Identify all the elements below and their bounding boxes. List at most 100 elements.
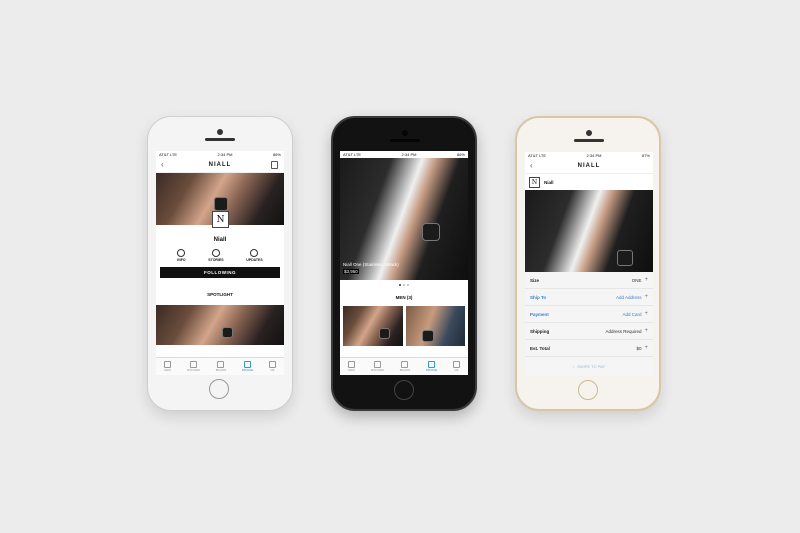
watch-image xyxy=(379,328,390,339)
watch-image xyxy=(214,197,228,211)
watch-image xyxy=(222,327,233,338)
back-chevron-icon[interactable]: ‹ xyxy=(530,161,533,170)
back-chevron-icon[interactable]: ‹ xyxy=(161,160,164,169)
discover-icon xyxy=(189,361,197,368)
info-action[interactable]: INFO xyxy=(177,249,186,262)
brand-name: Niall xyxy=(213,237,227,243)
home-button[interactable] xyxy=(209,379,229,399)
product-thumbnail[interactable] xyxy=(343,306,403,346)
carousel-dots[interactable] xyxy=(340,284,468,286)
row-value: $0 + xyxy=(636,345,648,351)
phone-mockup-center: AT&T LTE 2:34 PM 86% Niall One (Stainles… xyxy=(331,116,477,411)
tab-brands[interactable]: BRANDS xyxy=(400,361,410,372)
following-button[interactable]: FOLLOWING xyxy=(160,267,280,278)
home-button[interactable] xyxy=(394,380,414,400)
product-grid xyxy=(340,306,468,346)
plus-icon: + xyxy=(644,294,648,300)
row-value: Add Card + xyxy=(622,311,648,317)
info-label: INFO xyxy=(177,258,186,262)
seller-row: N Niall xyxy=(525,174,653,190)
watch-image xyxy=(617,250,633,266)
row-label: Payment xyxy=(530,311,549,317)
feed-icon xyxy=(347,361,355,368)
speaker-grille xyxy=(574,139,604,142)
tab-label: FEED xyxy=(164,369,171,372)
card-value: Add Card xyxy=(622,311,642,317)
profile-icon xyxy=(269,361,277,368)
tab-discover[interactable]: DISCOVER xyxy=(187,361,200,372)
browse-icon xyxy=(428,361,436,368)
size-value: ONE xyxy=(631,277,642,283)
carousel-dot xyxy=(403,284,405,286)
battery-text: 86% xyxy=(456,152,465,157)
row-label: Est. Total xyxy=(530,345,550,351)
carousel-dot xyxy=(399,284,401,286)
time-text: 2:34 PM xyxy=(217,152,233,157)
total-row: Est. Total $0 + xyxy=(525,340,653,357)
front-camera xyxy=(217,129,223,135)
carrier-text: AT&T LTE xyxy=(159,152,178,157)
battery-text: 86% xyxy=(272,152,281,157)
tab-discover[interactable]: DISCOVER xyxy=(371,361,384,372)
carrier-text: AT&T LTE xyxy=(528,153,547,158)
stories-icon xyxy=(211,249,220,257)
plus-icon: + xyxy=(644,345,648,351)
status-bar: AT&T LTE 2:34 PM 86% xyxy=(340,151,468,158)
time-text: 2:34 PM xyxy=(586,153,602,158)
status-bar: AT&T LTE 2:34 PM 87% xyxy=(525,152,653,159)
tab-label: BRANDS xyxy=(215,369,227,372)
front-camera xyxy=(586,130,592,136)
row-value: Add Address + xyxy=(616,294,648,300)
stories-action[interactable]: STORIES xyxy=(208,249,224,262)
brand-title: NIALL xyxy=(577,163,601,169)
feed-icon xyxy=(163,361,171,368)
row-label: Shipping xyxy=(530,328,550,334)
swipe-arrow-icon: › xyxy=(572,364,575,369)
spotlight-photo[interactable] xyxy=(156,305,284,345)
total-value: $0 xyxy=(636,345,642,351)
product-hero-image[interactable]: Niall One (Stainless / Black) $3,950 xyxy=(340,158,468,280)
swipe-to-pay-button[interactable]: › SWIPE TO PAY xyxy=(525,357,653,376)
tab-me[interactable]: ME xyxy=(269,361,277,372)
tab-bar: FEED DISCOVER BRANDS BROWSE ME xyxy=(156,357,284,375)
row-label: Size xyxy=(530,277,540,283)
shipping-value: Address Required xyxy=(605,328,642,334)
tab-feed[interactable]: FEED xyxy=(347,361,355,372)
discover-icon xyxy=(373,361,381,368)
checkout-form: Size ONE + Ship To Add Address + Payment A… xyxy=(525,272,653,376)
tab-label: BRANDS xyxy=(399,369,411,372)
phone-mockup-left: AT&T LTE 2:34 PM 86% ‹ NIALL N Niall INF… xyxy=(147,116,293,411)
updates-action[interactable]: UPDATES xyxy=(246,249,263,262)
info-icon xyxy=(177,249,186,257)
profile-icon xyxy=(453,361,461,368)
nav-bar: ‹ NIALL xyxy=(156,158,284,173)
row-label: Ship To xyxy=(530,294,547,300)
tab-label: ME xyxy=(454,369,459,372)
shipping-row[interactable]: Shipping Address Required + xyxy=(525,323,653,340)
tab-feed[interactable]: FEED xyxy=(163,361,171,372)
home-button[interactable] xyxy=(578,380,598,400)
speaker-grille xyxy=(205,138,235,141)
tab-browse[interactable]: BROWSE xyxy=(426,361,437,372)
ship-to-row[interactable]: Ship To Add Address + xyxy=(525,289,653,306)
watch-image xyxy=(421,330,434,342)
front-camera xyxy=(402,130,408,136)
product-thumbnail[interactable] xyxy=(405,306,465,346)
shopping-bag-icon[interactable] xyxy=(271,161,278,169)
carousel-dot xyxy=(407,284,409,286)
tab-browse[interactable]: BROWSE xyxy=(242,361,253,372)
tab-label: DISCOVER xyxy=(370,369,384,372)
section-title: SPOTLIGHT xyxy=(207,292,233,297)
payment-row[interactable]: Payment Add Card + xyxy=(525,306,653,323)
profile-actions: INFO STORIES UPDATES xyxy=(156,249,284,262)
row-value: ONE + xyxy=(632,277,648,283)
tab-brands[interactable]: BRANDS xyxy=(216,361,226,372)
size-row[interactable]: Size ONE + xyxy=(525,272,653,289)
section-title: MEN (3) xyxy=(395,295,413,300)
tab-me[interactable]: ME xyxy=(453,361,461,372)
tab-label: FEED xyxy=(348,369,355,372)
tab-label: DISCOVER xyxy=(186,369,200,372)
nav-bar: ‹ NIALL xyxy=(525,159,653,174)
updates-icon xyxy=(250,249,259,257)
speaker-grille xyxy=(390,139,420,142)
